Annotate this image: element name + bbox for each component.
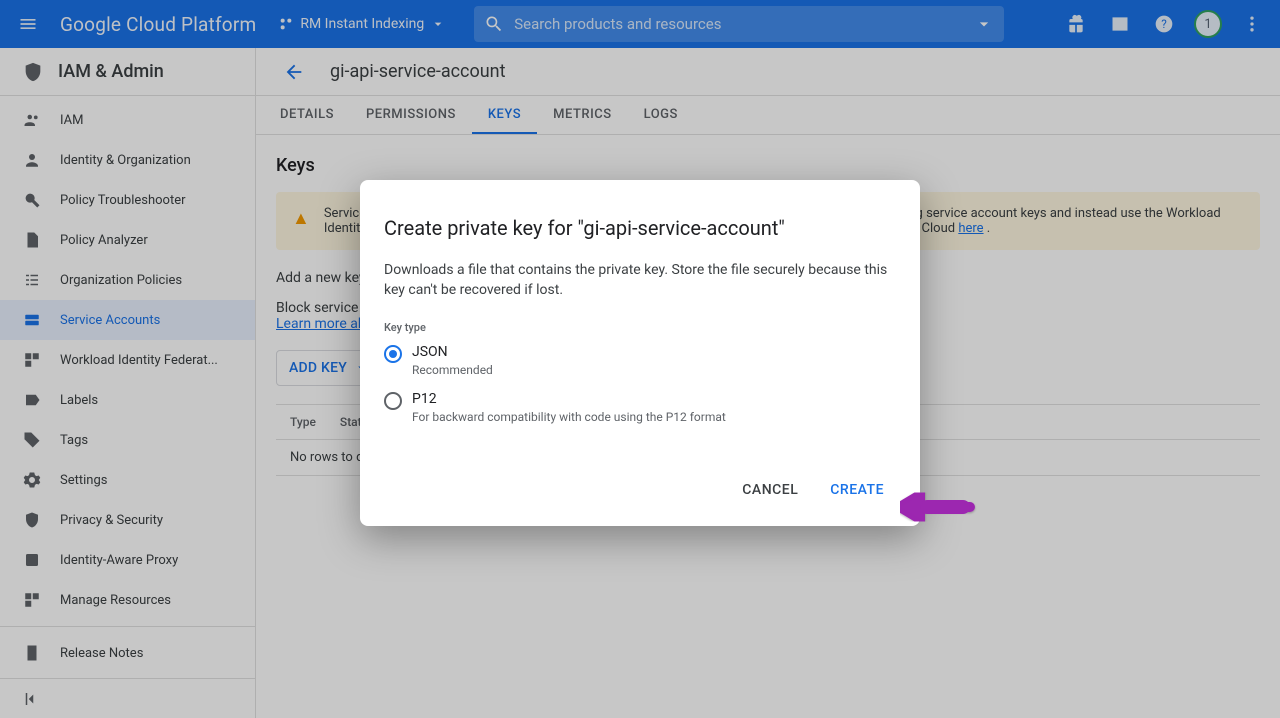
cancel-button[interactable]: CANCEL	[730, 474, 810, 506]
radio-p12[interactable]: P12 For backward compatibility with code…	[384, 391, 896, 424]
dialog-subtitle: Downloads a file that contains the priva…	[384, 260, 896, 301]
dialog-title: Create private key for "gi-api-service-a…	[384, 216, 896, 240]
create-button[interactable]: CREATE	[818, 474, 896, 506]
radio-json-sub: Recommended	[412, 363, 493, 377]
radio-json-label: JSON	[412, 344, 493, 360]
radio-p12-sub: For backward compatibility with code usi…	[412, 410, 726, 424]
radio-p12-label: P12	[412, 391, 726, 407]
radio-icon	[384, 392, 402, 410]
key-type-label: Key type	[384, 321, 896, 334]
radio-json[interactable]: JSON Recommended	[384, 344, 896, 377]
create-key-dialog: Create private key for "gi-api-service-a…	[360, 180, 920, 526]
radio-icon	[384, 345, 402, 363]
